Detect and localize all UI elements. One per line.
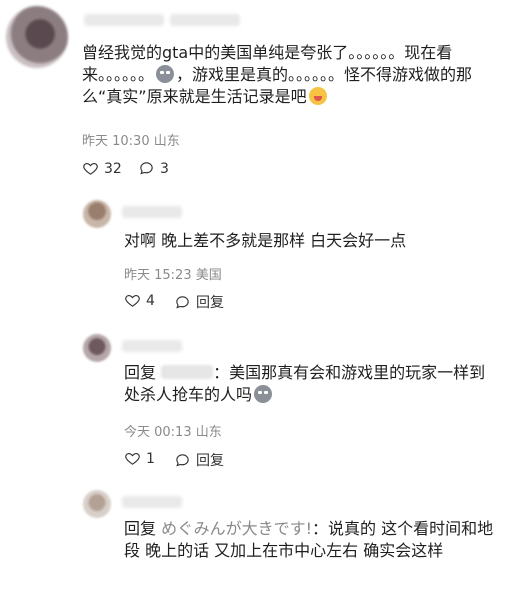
comment-meta: 昨天 10:30 山东 [82, 134, 180, 149]
comment-bubble-icon [140, 162, 153, 175]
sticker-icon [156, 65, 175, 83]
face-emoji-icon [308, 87, 327, 105]
like-count: 1 [146, 450, 155, 467]
reply-label: 回复 [196, 295, 224, 311]
reply-button[interactable]: 回复 [174, 450, 224, 470]
reply-text: 回复 めぐみんが大きです!：说真的 这个看时间和地段 晚上的话 又加上在市中心左… [124, 518, 499, 562]
heart-icon [125, 452, 140, 465]
username-blurred[interactable] [122, 206, 182, 218]
reply-text: 对啊 晚上差不多就是那样 白天会好一点 [124, 231, 407, 250]
reply-meta: 昨天 15:23 美国 [124, 268, 222, 283]
avatar[interactable] [83, 334, 111, 362]
like-count: 4 [146, 292, 155, 309]
reply-prefix: 回复 [124, 363, 157, 382]
like-button[interactable]: 32 [82, 160, 122, 177]
like-button[interactable]: 4 [124, 292, 155, 309]
avatar[interactable] [83, 200, 111, 228]
comment-button[interactable]: 3 [138, 160, 169, 177]
heart-icon [83, 162, 98, 175]
mention-name[interactable]: めぐみんが大きです! [161, 519, 312, 538]
comment-text: 曾经我觉的gta中的美国单纯是夸张了。。。。。。现在看来。。。。。。 ，游戏里是真… [82, 42, 497, 108]
heart-icon [125, 294, 140, 307]
like-button[interactable]: 1 [124, 450, 155, 467]
username-blurred[interactable] [122, 496, 182, 508]
comment-bubble-icon [176, 295, 189, 308]
username-blurred[interactable] [84, 14, 164, 26]
reply-button[interactable]: 回复 [174, 292, 224, 312]
avatar[interactable] [83, 490, 111, 518]
reply-meta: 今天 00:13 山东 [124, 425, 222, 440]
reply-label: 回复 [196, 453, 224, 469]
reply-text: 回复 ：美国那真有会和游戏里的玩家一样到处杀人抢车的人吗 [124, 362, 499, 406]
username-blurred [170, 14, 240, 26]
like-count: 32 [104, 160, 122, 177]
mention-name-blurred[interactable] [161, 365, 214, 379]
username-blurred[interactable] [122, 340, 182, 352]
avatar[interactable] [6, 6, 68, 68]
reply-count: 3 [160, 160, 169, 177]
reply-prefix: 回复 [124, 519, 157, 538]
sticker-icon [254, 385, 273, 403]
comment-bubble-icon [176, 453, 189, 466]
